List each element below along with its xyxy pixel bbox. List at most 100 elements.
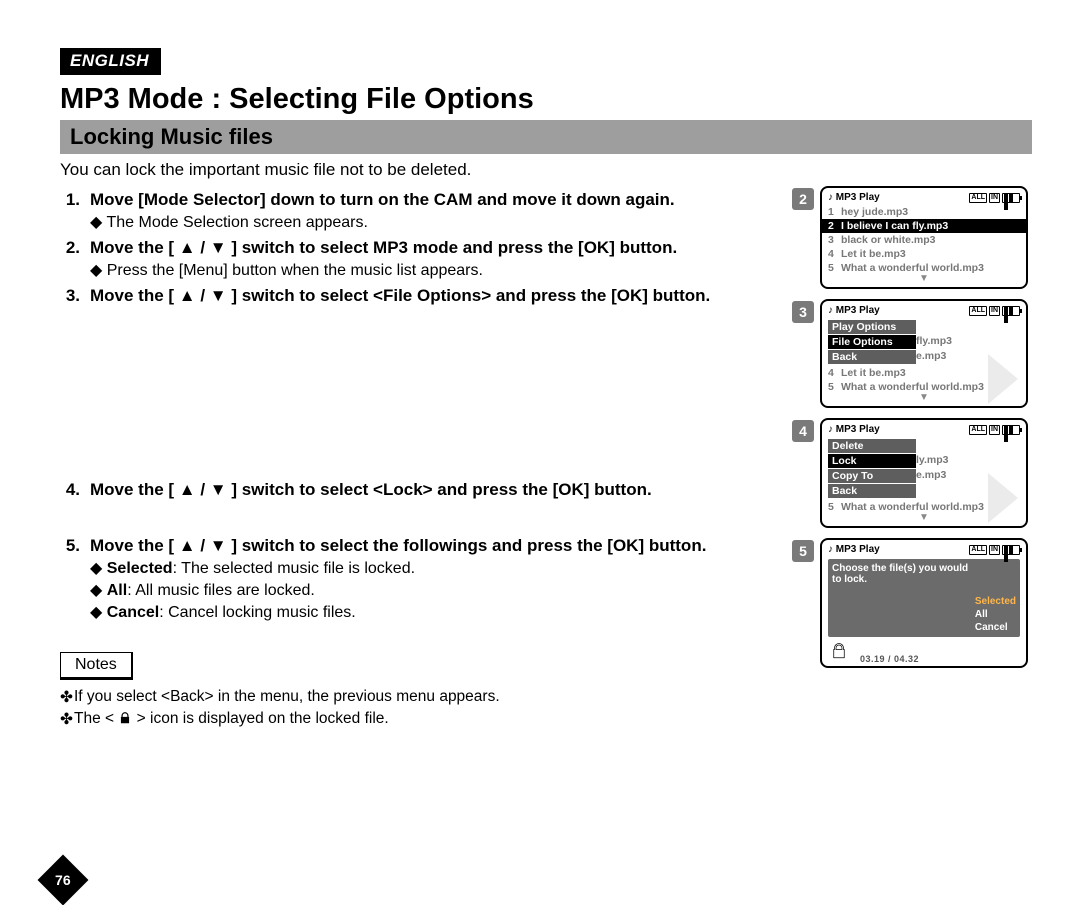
step-number: 3. bbox=[60, 286, 80, 306]
step-sub: All: All music files are locked. bbox=[90, 580, 780, 600]
lead-part: ] switch to select the followings and pr… bbox=[227, 536, 707, 555]
step-2: 2. Move the [ / ] switch to select MP3 m… bbox=[60, 238, 780, 280]
up-arrow-icon bbox=[179, 238, 196, 257]
step-sub: The Mode Selection screen appears. bbox=[90, 212, 780, 232]
step-1: 1. Move [Mode Selector] down to turn on … bbox=[60, 190, 780, 232]
section-subtitle: Locking Music files bbox=[60, 120, 1032, 154]
bg-text: fly.mp3 bbox=[916, 335, 952, 347]
status-icons: ALL IN bbox=[969, 306, 1020, 316]
down-arrow-icon bbox=[210, 536, 227, 555]
device-screen: MP3 Play ALL IN Delete Lock ly.mp3 Copy … bbox=[820, 418, 1028, 528]
battery-icon bbox=[1002, 425, 1020, 435]
menu-item: Delete bbox=[828, 439, 916, 453]
down-arrow-icon bbox=[210, 480, 227, 499]
note-item: The < > icon is displayed on the locked … bbox=[74, 710, 780, 728]
step-3: 3. Move the [ / ] switch to select <File… bbox=[60, 286, 780, 306]
note-part: > icon is displayed on the locked file. bbox=[132, 710, 388, 727]
up-arrow-icon bbox=[179, 480, 196, 499]
opt-bold: Selected bbox=[107, 560, 173, 577]
menu-item: Copy To bbox=[828, 469, 916, 483]
step-lead: Move the [ / ] switch to select <Lock> a… bbox=[90, 480, 780, 500]
battery-icon bbox=[1002, 545, 1020, 555]
menu-item-selected: Lock bbox=[828, 454, 916, 468]
step-number: 5. bbox=[60, 536, 80, 622]
lead-part: ] switch to select <Lock> and press the … bbox=[227, 480, 652, 499]
lock-icon bbox=[118, 711, 132, 725]
device-screen: MP3 Play ALL IN Choose the file(s) you w… bbox=[820, 538, 1028, 668]
step-4: 4. Move the [ / ] switch to select <Lock… bbox=[60, 480, 780, 500]
screen-title: MP3 Play bbox=[828, 192, 880, 203]
timecode: 03.19 / 04.32 bbox=[860, 654, 919, 664]
memory-in-icon: IN bbox=[989, 425, 1000, 435]
step-sub: Press the [Menu] button when the music l… bbox=[90, 260, 780, 280]
status-icons: ALL IN bbox=[969, 545, 1020, 555]
lead-part: ] switch to select <File Options> and pr… bbox=[227, 286, 711, 305]
status-icons: ALL IN bbox=[969, 425, 1020, 435]
battery-icon bbox=[1002, 193, 1020, 203]
screen-title: MP3 Play bbox=[828, 424, 880, 435]
step-number: 1. bbox=[60, 190, 80, 232]
device-screen: MP3 Play ALL IN Play Options File Option… bbox=[820, 299, 1028, 408]
instructions-column: 1. Move [Mode Selector] down to turn on … bbox=[60, 184, 780, 744]
notes-label: Notes bbox=[60, 652, 133, 680]
memory-in-icon: IN bbox=[989, 306, 1000, 316]
lead-part: Move the [ bbox=[90, 286, 179, 305]
up-arrow-icon bbox=[179, 286, 196, 305]
step-badge: 4 bbox=[792, 420, 814, 442]
device-shot-5: 5 MP3 Play ALL IN Choose the file(s) you… bbox=[792, 538, 1032, 668]
chevron-down-icon: ▼ bbox=[822, 275, 1026, 283]
step-badge: 2 bbox=[792, 188, 814, 210]
note-part: The < bbox=[74, 710, 118, 727]
battery-icon bbox=[1002, 306, 1020, 316]
device-screen: MP3 Play ALL IN 1hey jude.mp3 2I believe… bbox=[820, 186, 1028, 289]
lock-icon bbox=[830, 642, 848, 660]
screen-title: MP3 Play bbox=[828, 544, 880, 555]
opt-text: : Cancel locking music files. bbox=[159, 604, 356, 621]
repeat-all-icon: ALL bbox=[969, 425, 987, 435]
memory-in-icon: IN bbox=[989, 545, 1000, 555]
screenshots-column: 2 MP3 Play ALL IN 1hey jude.mp3 2I belie… bbox=[792, 184, 1032, 744]
opt-text: : The selected music file is locked. bbox=[173, 560, 415, 577]
language-tag: ENGLISH bbox=[60, 48, 161, 75]
lead-part: ] switch to select MP3 mode and press th… bbox=[227, 238, 678, 257]
list-item-selected: 2I believe I can fly.mp3 bbox=[822, 219, 1026, 233]
up-arrow-icon bbox=[179, 536, 196, 555]
list-item: 4Let it be.mp3 bbox=[822, 247, 1026, 261]
step-lead: Move the [ / ] switch to select the foll… bbox=[90, 536, 780, 556]
dialog-text: Choose the file(s) you would to lock. bbox=[832, 563, 975, 633]
menu-item: Back bbox=[828, 484, 916, 498]
device-shot-3: 3 MP3 Play ALL IN Play Options File Opti… bbox=[792, 299, 1032, 408]
step-sub: Cancel: Cancel locking music files. bbox=[90, 602, 780, 622]
list-item: 3black or white.mp3 bbox=[822, 233, 1026, 247]
dialog-option: All bbox=[975, 609, 1016, 620]
step-5: 5. Move the [ / ] switch to select the f… bbox=[60, 536, 780, 622]
down-arrow-icon bbox=[210, 238, 227, 257]
device-shot-2: 2 MP3 Play ALL IN 1hey jude.mp3 2I belie… bbox=[792, 186, 1032, 289]
down-arrow-icon bbox=[210, 286, 227, 305]
intro-text: You can lock the important music file no… bbox=[60, 160, 1032, 180]
note-item: If you select <Back> in the menu, the pr… bbox=[74, 688, 780, 706]
step-badge: 5 bbox=[792, 540, 814, 562]
memory-in-icon: IN bbox=[989, 193, 1000, 203]
step-lead: Move [Mode Selector] down to turn on the… bbox=[90, 190, 780, 210]
lead-part: Move the [ bbox=[90, 238, 179, 257]
repeat-all-icon: ALL bbox=[969, 306, 987, 316]
bg-text: e.mp3 bbox=[916, 469, 946, 481]
menu-item: Back bbox=[828, 350, 916, 364]
screen-title: MP3 Play bbox=[828, 305, 880, 316]
step-number: 4. bbox=[60, 480, 80, 500]
step-lead: Move the [ / ] switch to select <File Op… bbox=[90, 286, 780, 306]
step-number: 2. bbox=[60, 238, 80, 280]
bg-text: e.mp3 bbox=[916, 350, 946, 362]
notes-list: If you select <Back> in the menu, the pr… bbox=[60, 688, 780, 728]
dialog-option: Cancel bbox=[975, 622, 1016, 633]
menu-item-selected: File Options bbox=[828, 335, 916, 349]
page-title: MP3 Mode : Selecting File Options bbox=[60, 83, 1032, 116]
status-icons: ALL IN bbox=[969, 193, 1020, 203]
menu-item: Play Options bbox=[828, 320, 916, 334]
repeat-all-icon: ALL bbox=[969, 193, 987, 203]
opt-bold: Cancel bbox=[107, 604, 159, 621]
bg-text: ly.mp3 bbox=[916, 454, 948, 466]
step-badge: 3 bbox=[792, 301, 814, 323]
repeat-all-icon: ALL bbox=[969, 545, 987, 555]
